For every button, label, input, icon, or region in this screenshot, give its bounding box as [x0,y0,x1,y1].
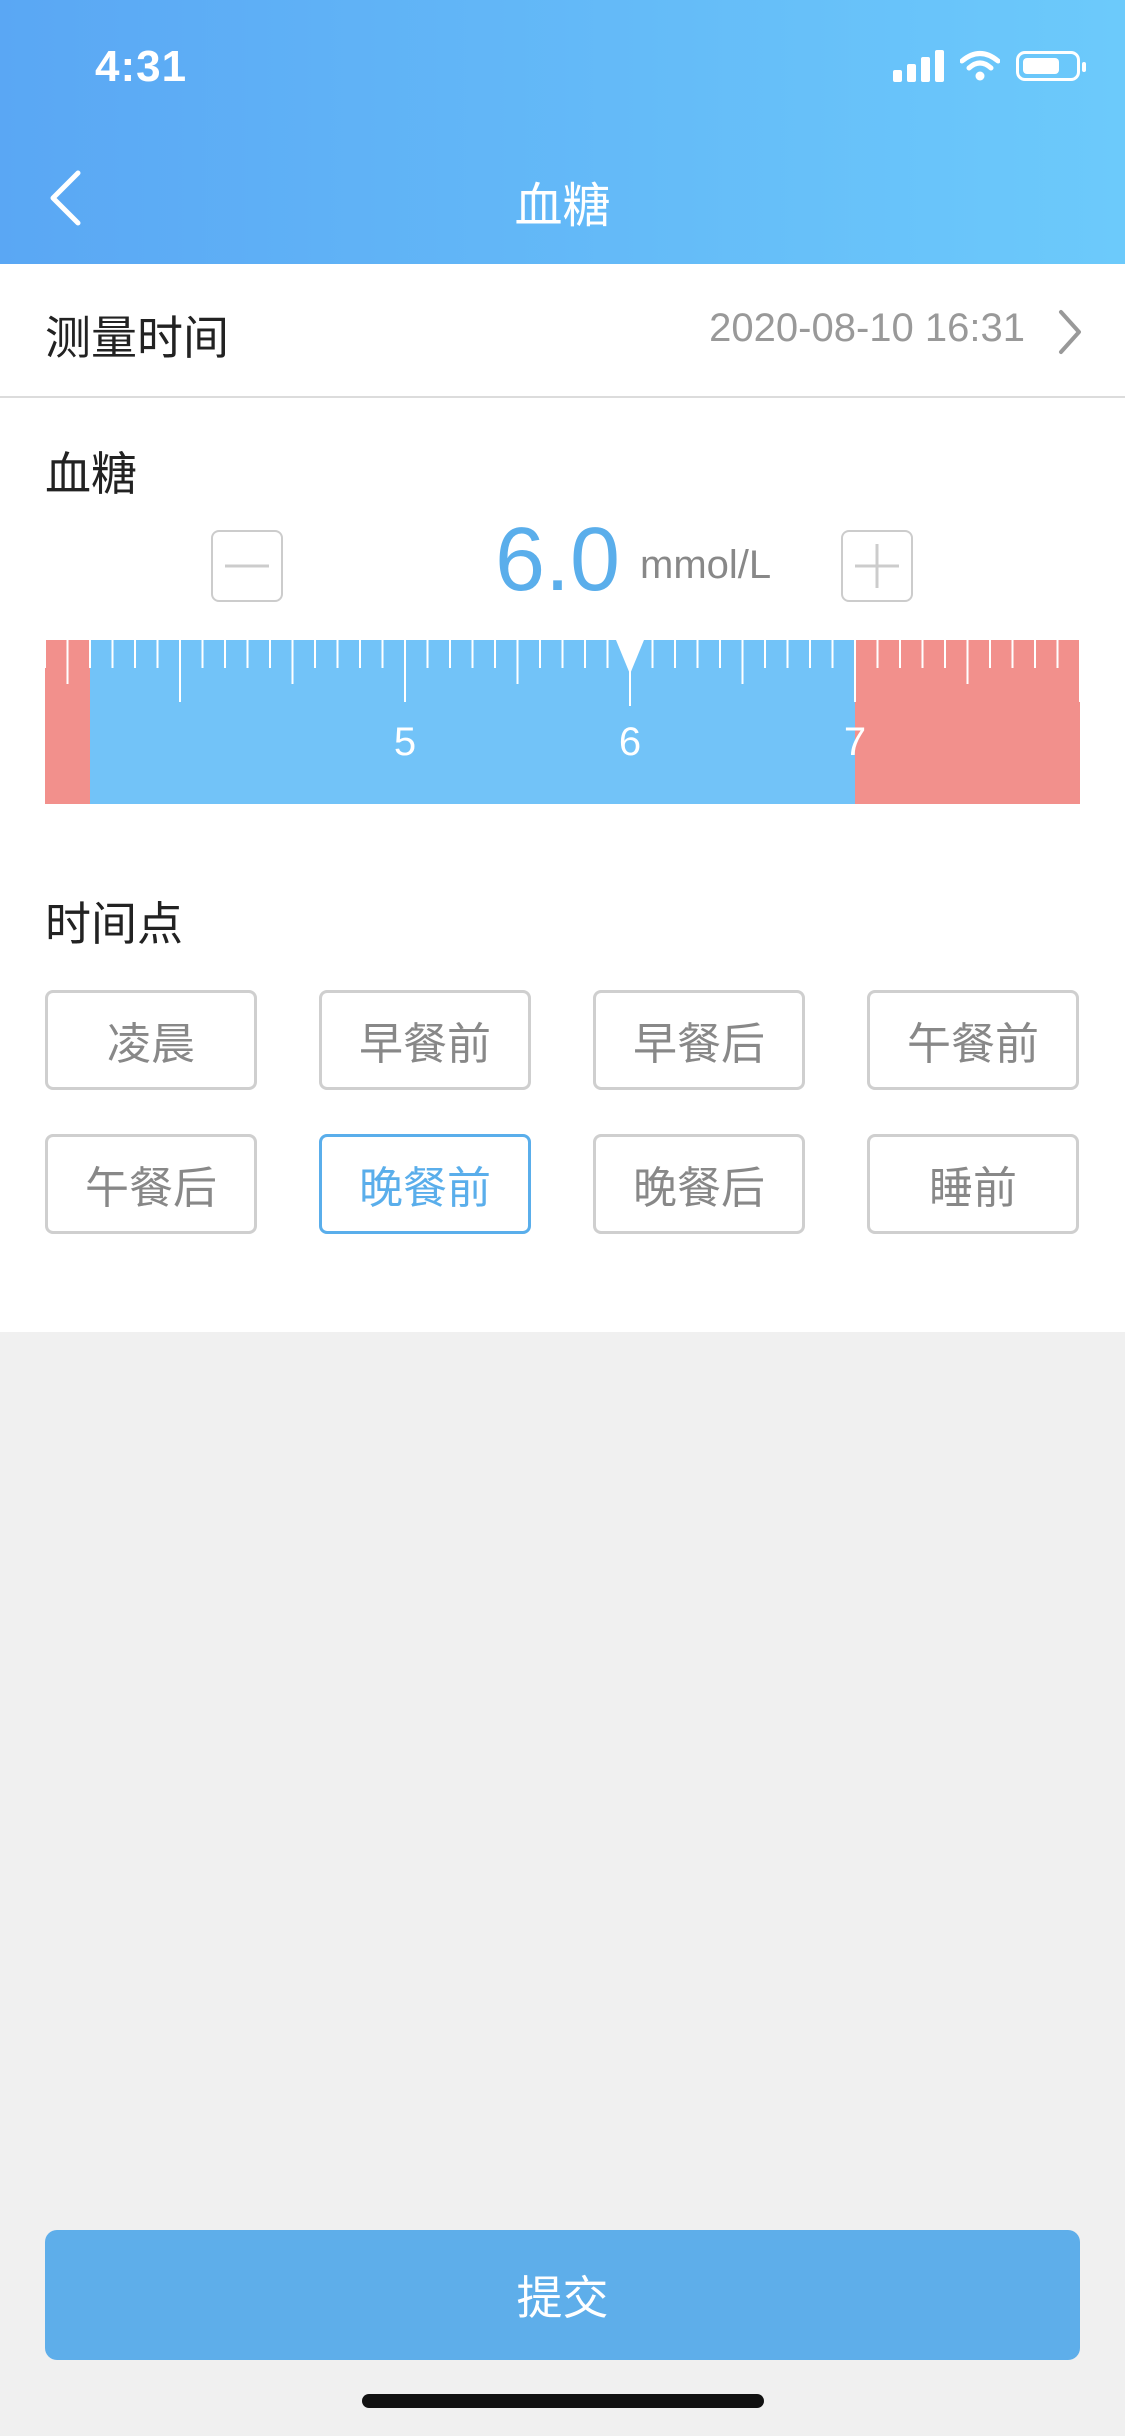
time-point-option[interactable]: 睡前 [867,1134,1079,1234]
time-point-option[interactable]: 凌晨 [45,990,257,1090]
time-point-option[interactable]: 早餐前 [319,990,531,1090]
status-icons [893,50,1086,82]
ruler-label: 6 [619,720,641,764]
plus-icon [855,544,899,588]
minus-icon [225,564,269,568]
decrease-button[interactable] [211,530,283,602]
glucose-value: 6.0 [495,510,621,610]
measure-time-row[interactable]: 测量时间 2020-08-10 16:31 [0,264,1125,398]
home-indicator [362,2394,764,2408]
glucose-panel: 血糖 6.0 mmol/L 5 6 7 时间点 凌晨 早餐前 早餐后 午餐前 午餐后… [0,398,1125,1332]
glucose-ruler[interactable]: 5 6 7 [45,640,1080,804]
page-title: 血糖 [514,178,611,234]
ruler-label: 5 [394,720,416,764]
header-bar: 4:31 血糖 [0,0,1125,264]
wifi-icon [960,51,1000,81]
increase-button[interactable] [841,530,913,602]
time-point-option[interactable]: 晚餐后 [593,1134,805,1234]
time-point-option[interactable]: 晚餐前 [319,1134,531,1234]
time-point-option[interactable]: 午餐后 [45,1134,257,1234]
signal-icon [893,50,944,82]
submit-button[interactable]: 提交 [45,2230,1080,2360]
measure-time-value: 2020-08-10 16:31 [709,306,1025,350]
ruler-label: 7 [844,720,866,764]
glucose-unit: mmol/L [640,543,772,587]
time-point-option[interactable]: 午餐前 [867,990,1079,1090]
battery-icon [1016,51,1086,81]
status-time: 4:31 [95,42,188,91]
time-point-option[interactable]: 早餐后 [593,990,805,1090]
time-point-label: 时间点 [45,897,183,951]
glucose-label: 血糖 [45,447,137,501]
measure-time-label: 测量时间 [45,311,229,365]
chevron-right-icon [1059,310,1081,354]
